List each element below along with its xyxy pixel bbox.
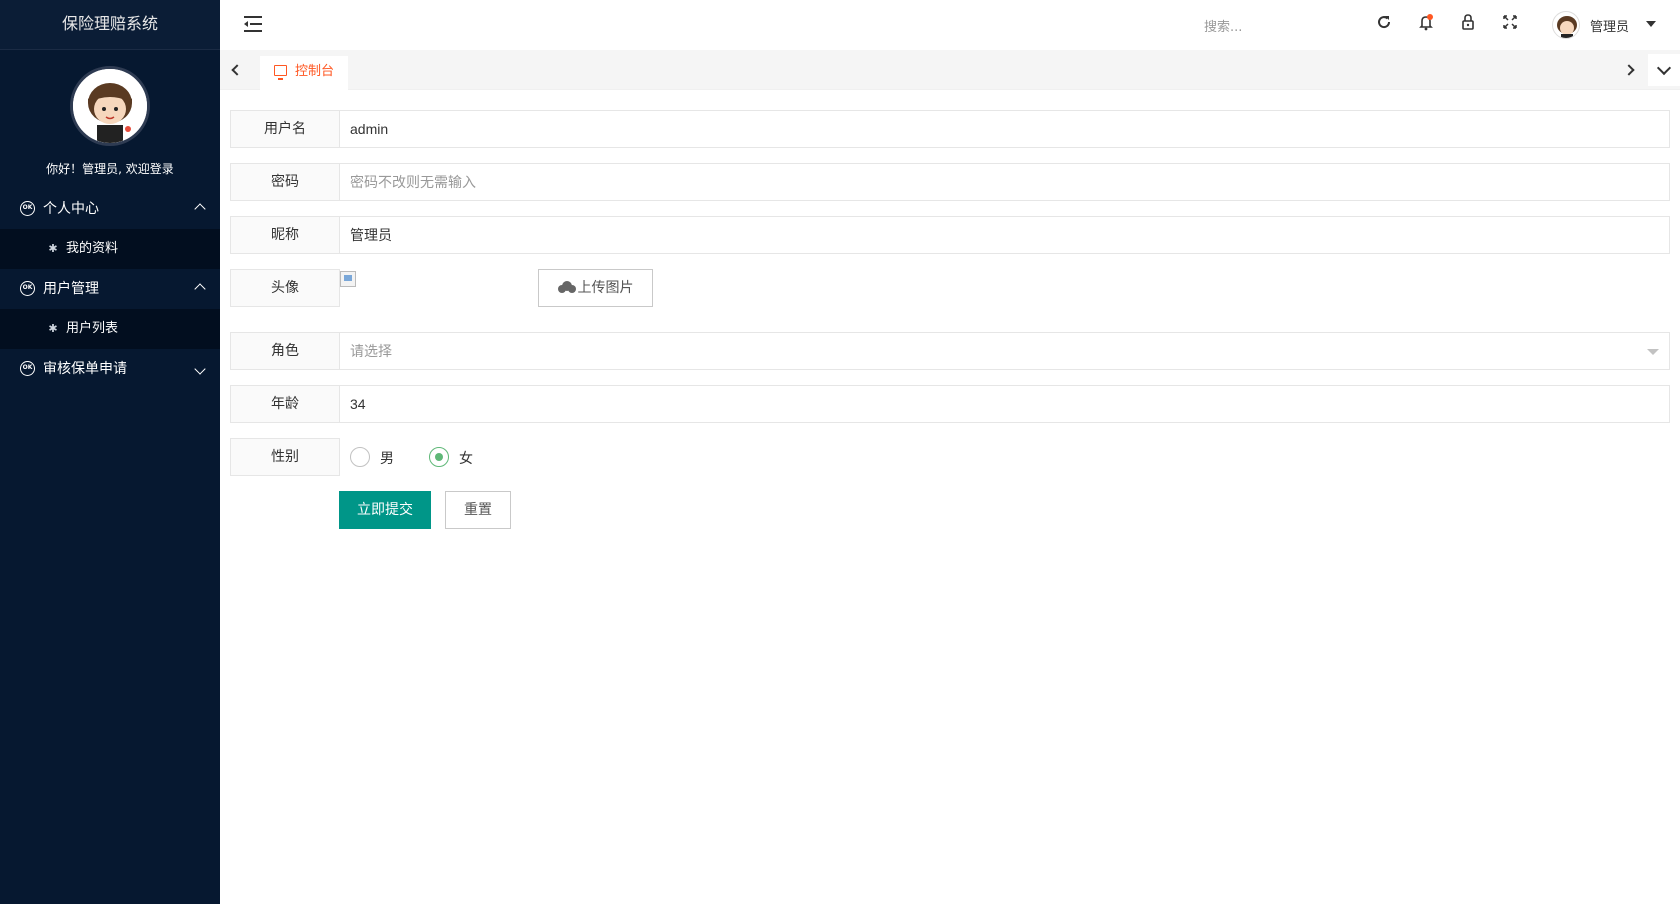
cloud-upload-icon: [557, 280, 576, 293]
tabs-bar: 控制台: [220, 50, 1680, 90]
form-row-password: 密码 密码不改则无需输入: [230, 163, 1670, 201]
nickname-label: 昵称: [230, 216, 340, 254]
chevron-down-icon: [192, 349, 208, 389]
chevron-up-icon: [192, 189, 208, 229]
app-title: 保险理赔系统: [0, 0, 220, 50]
tab-label: 控制台: [295, 64, 335, 79]
ok-icon: OK: [20, 280, 35, 296]
avatar-cartoon-image: [73, 69, 147, 143]
upload-button-label: 上传图片: [577, 280, 634, 296]
tab-console[interactable]: 控制台: [260, 56, 349, 90]
sidebar-group-policy-review[interactable]: OK 审核保单申请: [0, 349, 220, 389]
password-field[interactable]: 密码不改则无需输入: [339, 163, 1670, 201]
sidebar-item-label: 用户列表: [66, 321, 119, 336]
sidebar-menu: OK 个人中心 ✱ 我的资料 OK 用户管理 ✱ 用户列表 OK 审核保单申请: [0, 189, 220, 389]
username-label: 用户名: [230, 110, 340, 148]
sidebar-group-personal-center[interactable]: OK 个人中心: [0, 189, 220, 229]
sidebar-group-label: 个人中心: [43, 201, 99, 217]
chevron-right-icon: [1623, 64, 1635, 76]
age-field[interactable]: 34: [339, 385, 1670, 423]
user-name: 管理员: [1590, 20, 1630, 35]
lock-icon[interactable]: [1456, 13, 1480, 37]
tab-scroll-right-button[interactable]: [1616, 50, 1648, 90]
sidebar-group-user-management[interactable]: OK 用户管理: [0, 269, 220, 309]
gender-label: 性别: [230, 438, 340, 476]
ok-icon: OK: [20, 360, 35, 376]
caret-down-icon: [1646, 21, 1656, 27]
role-select-value: 请选择: [350, 343, 392, 359]
reset-button[interactable]: 重置: [445, 491, 511, 529]
avatar: [70, 66, 150, 146]
avatar-preview-image: [340, 271, 356, 287]
form-row-actions: 立即提交 重置: [230, 491, 1670, 529]
bug-icon: ✱: [48, 322, 58, 335]
radio-circle: [429, 447, 449, 467]
dropdown-arrow-icon: [1647, 349, 1659, 355]
chevron-left-icon: [231, 64, 243, 76]
sidebar: 保险理赔系统 你好！管理员, 欢迎登录 OK 个人中心 ✱ 我的资料 OK 用户…: [0, 0, 220, 904]
radio-label: 女: [459, 451, 473, 467]
form-row-role: 角色 请选择: [230, 332, 1670, 370]
sidebar-item-label: 我的资料: [66, 241, 119, 256]
submit-button[interactable]: 立即提交: [339, 491, 431, 529]
form-row-avatar: 头像 上传图片: [230, 269, 1670, 307]
ok-icon: OK: [20, 200, 35, 216]
search-input[interactable]: 搜索...: [1204, 16, 1242, 35]
form-row-age: 年龄 34: [230, 385, 1670, 423]
sidebar-item-my-profile[interactable]: ✱ 我的资料: [0, 229, 220, 269]
username-field[interactable]: admin: [339, 110, 1670, 148]
top-header: 搜索... 管理员: [220, 0, 1680, 50]
avatar: [1552, 11, 1580, 39]
sidebar-group-label: 审核保单申请: [43, 361, 127, 377]
sidebar-group-label: 用户管理: [43, 281, 99, 297]
form-row-nickname: 昵称 管理员: [230, 216, 1670, 254]
role-label: 角色: [230, 332, 340, 370]
refresh-icon[interactable]: [1372, 13, 1396, 37]
fullscreen-icon[interactable]: [1498, 13, 1522, 37]
notification-bell-icon[interactable]: [1414, 13, 1438, 37]
form-row-gender: 性别 男 女: [230, 438, 1670, 476]
chevron-down-icon: [1656, 60, 1672, 76]
monitor-icon: [274, 65, 287, 80]
bug-icon: ✱: [48, 242, 58, 255]
avatar-label: 头像: [230, 269, 340, 307]
tab-options-button[interactable]: [1648, 54, 1680, 86]
role-select[interactable]: 请选择: [339, 332, 1670, 370]
sidebar-user-box: 你好！管理员, 欢迎登录: [0, 50, 220, 177]
tab-scroll-left-button[interactable]: [220, 50, 252, 90]
welcome-text: 你好！管理员, 欢迎登录: [46, 162, 174, 176]
profile-form: 用户名 admin 密码 密码不改则无需输入 昵称 管理员 头像 上传图片 角色…: [230, 110, 1670, 544]
chevron-up-icon: [192, 269, 208, 309]
radio-label: 男: [380, 451, 394, 467]
upload-image-button[interactable]: 上传图片: [538, 269, 653, 307]
menu-toggle-icon[interactable]: [244, 16, 262, 32]
sidebar-item-user-list[interactable]: ✱ 用户列表: [0, 309, 220, 349]
radio-circle: [350, 447, 370, 467]
form-row-username: 用户名 admin: [230, 110, 1670, 148]
age-label: 年龄: [230, 385, 340, 423]
password-label: 密码: [230, 163, 340, 201]
nickname-field[interactable]: 管理员: [339, 216, 1670, 254]
